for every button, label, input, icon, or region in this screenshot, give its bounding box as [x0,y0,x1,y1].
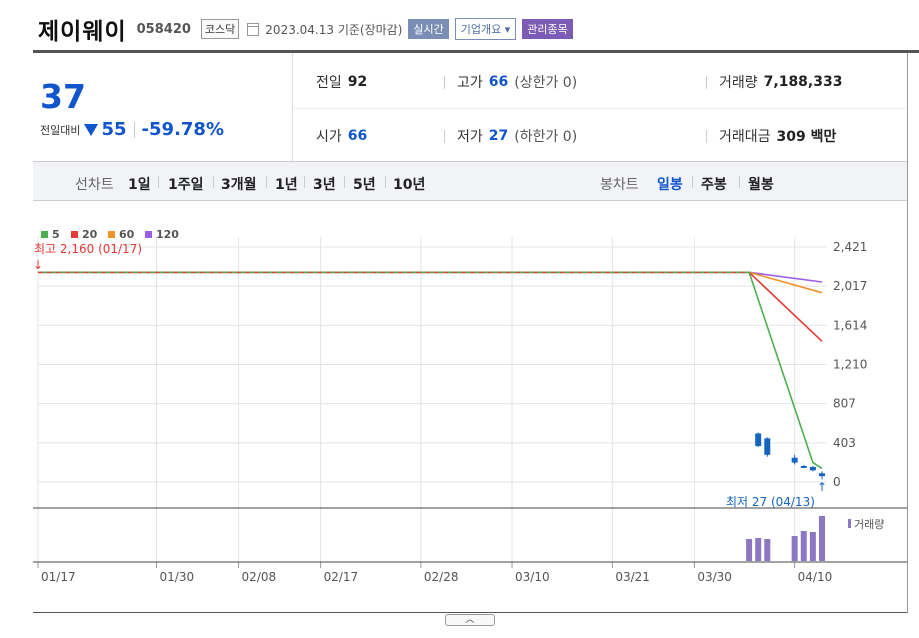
candle-body [819,473,825,477]
y-tick-label: 1,614 [833,318,867,332]
chevron-up-icon: ︿ [465,615,475,625]
price-chart: 2,421 2,017 1,614 1,210 807 403 0 01/17 01/30 02/… [33,228,907,584]
legend-label: 20 [82,228,98,241]
low-annotation: 최저 27 (04/13) [726,495,815,509]
y-tick-label: 1,210 [833,358,867,372]
legend-label: 60 [119,228,135,241]
ma-line-60 [38,271,823,294]
x-tick-label: 03/30 [697,570,732,584]
candle-body [755,433,762,447]
x-tick-label: 02/08 [242,570,277,584]
candle-body [800,465,807,468]
x-tick-label: 04/10 [798,570,833,584]
legend-swatch [145,231,152,238]
y-tick-label: 807 [833,397,856,411]
legend-swatch [71,231,78,238]
y-tick-label: 403 [833,436,856,450]
high-arrow-icon: ↓ [33,258,43,272]
volume-bar [746,539,753,561]
volume-bar [819,516,825,561]
x-tick-label: 03/21 [615,570,650,584]
candle-body [791,457,798,463]
legend-swatch [108,231,115,238]
y-tick-label: 0 [833,475,841,489]
legend-swatch [41,231,48,238]
candle-body [764,438,771,455]
ma-line-5 [38,271,823,470]
low-arrow-icon: ↑ [817,480,827,494]
volume-bar [800,531,807,561]
ma-line-20 [38,271,823,342]
y-tick-label: 2,017 [833,279,867,293]
x-tick-label: 01/17 [41,570,76,584]
volume-bar [809,532,816,561]
candle-body [809,466,816,471]
x-tick-label: 01/30 [160,570,195,584]
volume-legend-swatch [848,519,851,528]
legend-label: 120 [156,228,179,241]
y-tick-label: 2,421 [833,240,867,254]
volume-bar [764,539,771,561]
high-annotation: 최고 2,160 (01/17) [34,242,142,256]
volume-legend-label: 거래량 [854,518,884,531]
legend-label: 5 [52,228,60,241]
x-tick-label: 02/28 [424,570,459,584]
ma-line-120 [38,271,823,283]
x-tick-label: 02/17 [324,570,359,584]
x-tick-label: 03/10 [515,570,550,584]
volume-bar [791,536,798,561]
collapse-handle[interactable]: ︿ [445,614,495,626]
volume-bar [755,538,762,561]
chart-bottom-divider [33,612,907,613]
